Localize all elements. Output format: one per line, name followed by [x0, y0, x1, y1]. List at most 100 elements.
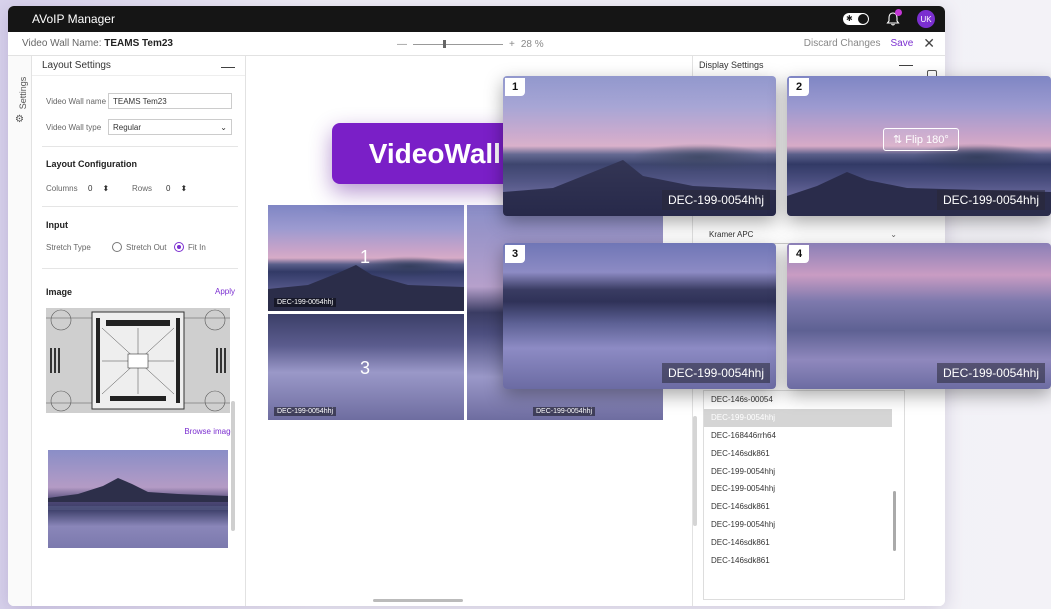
stretch-type-row: Stretch Type Stretch Out Fit In [46, 242, 206, 252]
flip-icon: ⇅ [893, 134, 906, 146]
video-wall-name: Video Wall Name: TEAMS Tem23 [22, 38, 173, 49]
device-dropdown[interactable]: Kramer APC ⌄ [705, 226, 905, 244]
fit-in-label: Fit In [188, 242, 206, 252]
notification-dot [895, 9, 902, 16]
sub-toolbar: Video Wall Name: TEAMS Tem23 — + 28 % Di… [8, 32, 945, 56]
divider [42, 268, 238, 269]
list-item[interactable]: DEC-199-0054hhj [704, 516, 904, 534]
display-tile-1[interactable]: 1 DEC-199-0054hhj [503, 76, 776, 216]
avatar[interactable]: UK [917, 10, 935, 28]
tile-badge: 4 [789, 245, 809, 263]
tile-caption: DEC-199-0054hhj [661, 363, 770, 383]
image-title: Image [46, 287, 73, 297]
list-scrollbar[interactable] [893, 491, 896, 551]
layout-settings-title: Layout Settings [42, 60, 111, 71]
horizontal-scrollbar[interactable] [373, 599, 463, 602]
list-item[interactable]: DEC-168446rrh64 [704, 427, 904, 445]
preview-thumbnail [48, 450, 228, 548]
tile-caption: DEC-199-0054hhj [936, 190, 1045, 210]
tile-label: DEC-199-0054hhj [533, 407, 596, 416]
stretch-out-radio[interactable] [112, 242, 122, 252]
browse-image-link[interactable]: Browse image [184, 427, 235, 436]
stepper-arrows-icon[interactable]: ⬍ [180, 184, 187, 193]
divider [42, 206, 238, 207]
list-item[interactable]: DEC-146sdk861 [704, 533, 904, 551]
tile-badge: 3 [505, 245, 525, 263]
tile-label: DEC-199-0054hhj [274, 298, 337, 307]
video-wall-name-value: TEAMS Tem23 [104, 38, 173, 49]
zoom-value: 28 % [520, 38, 544, 50]
tile-number: 1 [360, 247, 371, 267]
test-pattern-image [46, 308, 230, 413]
chevron-down-icon: ⌄ [220, 122, 227, 132]
list-item[interactable]: DEC-146sdk861 [704, 444, 904, 462]
tile-badge: 2 [789, 78, 809, 96]
zoom-out-button[interactable]: — [397, 39, 407, 50]
wall-tile[interactable]: 3 DEC-199-0054hhj [268, 314, 464, 420]
settings-tab-label: Settings [18, 76, 28, 110]
display-tile-3[interactable]: 3 DEC-199-0054hhj [503, 243, 776, 389]
wall-type-value: Regular [113, 122, 142, 132]
wall-name-label: Video Wall name [46, 96, 107, 106]
input-title: Input [46, 220, 68, 230]
layout-settings-header: Layout Settings — [32, 56, 245, 76]
divider [42, 146, 238, 147]
wall-type-label: Video Wall type [46, 122, 102, 132]
list-item[interactable]: DEC-146sdk861 [704, 551, 904, 569]
apply-button[interactable]: Apply [215, 287, 235, 296]
flip-180-button[interactable]: ⇅ Flip 180° [883, 128, 959, 151]
zoom-control: — + 28 % [397, 32, 544, 56]
wall-name-row: Video Wall name TEAMS Tem23 [46, 93, 232, 109]
rows-stepper[interactable]: 0 ⬍ [162, 180, 196, 196]
layout-configuration-title: Layout Configuration [46, 159, 137, 169]
list-item[interactable]: DEC-199-0054hhj [704, 462, 904, 480]
zoom-in-button[interactable]: + [509, 39, 515, 50]
wall-name-input[interactable]: TEAMS Tem23 [108, 93, 232, 109]
flip-180-label: Flip 180° [905, 134, 949, 146]
list-item[interactable]: DEC-146sdk861 [704, 498, 904, 516]
app-title: AVoIP Manager [32, 12, 115, 26]
display-tile-4[interactable]: 4 DEC-199-0054hhj [787, 243, 1051, 389]
zoom-slider-handle[interactable] [443, 39, 446, 48]
list-item[interactable]: DEC-146s-00054 [704, 391, 904, 409]
display-settings-title: Display Settings [699, 60, 764, 70]
columns-value: 0 [88, 183, 93, 193]
chevron-down-icon: ⌄ [890, 230, 897, 239]
tile-number: 3 [360, 358, 371, 378]
panel-scrollbar[interactable] [231, 401, 235, 531]
zoom-slider[interactable] [413, 39, 503, 48]
collapse-icon[interactable]: — [899, 56, 913, 72]
collapse-icon[interactable]: — [221, 58, 235, 74]
sun-icon: ✱ [846, 14, 853, 23]
list-item[interactable]: DEC-199-0054hhj [704, 480, 904, 498]
gear-icon: ⚙ [15, 114, 24, 125]
title-bar: AVoIP Manager ✱ UK [8, 6, 945, 32]
decoder-list: DEC-146s-00054 DEC-199-0054hhj DEC-168446r… [703, 390, 905, 600]
wall-type-select[interactable]: Regular ⌄ [108, 119, 232, 135]
layout-settings-panel: Layout Settings — Video Wall name TEAMS … [32, 56, 246, 606]
settings-side-tab[interactable]: Settings ⚙ [8, 56, 32, 606]
stretch-type-label: Stretch Type [46, 242, 91, 252]
close-icon[interactable]: ✕ [923, 35, 935, 52]
fit-in-radio[interactable] [174, 242, 184, 252]
panel-scrollbar[interactable] [693, 416, 697, 526]
stretch-out-label: Stretch Out [126, 242, 167, 252]
device-dropdown-value: Kramer APC [709, 230, 754, 239]
tile-badge: 1 [505, 78, 525, 96]
list-item[interactable]: DEC-199-0054hhj [704, 408, 892, 427]
save-button[interactable]: Save [890, 38, 913, 49]
display-tile-2[interactable]: 2 ⇅ Flip 180° DEC-199-0054hhj [787, 76, 1051, 216]
rows-value: 0 [166, 183, 171, 193]
tile-label: DEC-199-0054hhj [274, 407, 337, 416]
rows-label: Rows [132, 183, 153, 193]
columns-label: Columns [46, 183, 78, 193]
notification-bell-icon[interactable] [885, 9, 902, 27]
grid-config-row: Columns 0 ⬍ Rows 0 ⬍ [46, 180, 196, 196]
video-wall-name-label: Video Wall Name: [22, 38, 102, 49]
theme-toggle[interactable]: ✱ [843, 13, 869, 25]
tile-caption: DEC-199-0054hhj [661, 190, 770, 210]
columns-stepper[interactable]: 0 ⬍ [84, 180, 118, 196]
discard-changes-button[interactable]: Discard Changes [804, 38, 881, 49]
stepper-arrows-icon[interactable]: ⬍ [102, 184, 109, 193]
wall-tile[interactable]: 1 DEC-199-0054hhj [268, 205, 464, 311]
